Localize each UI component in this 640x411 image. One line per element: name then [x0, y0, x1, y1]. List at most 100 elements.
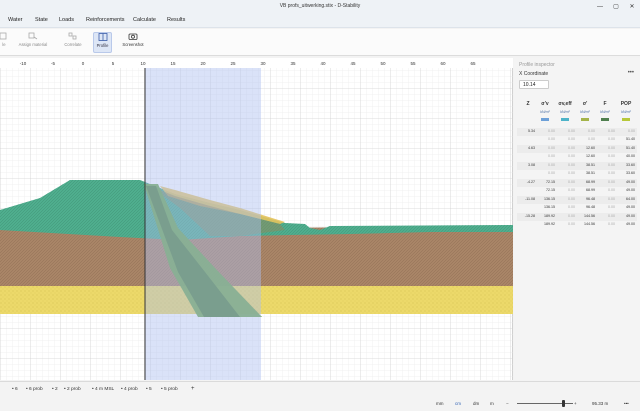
cell-v5: 49.00 [626, 221, 635, 226]
ribbon-toolbar: le Assign material Correlate Profile Scr… [0, 29, 640, 56]
cell-v3: 0.00 [588, 136, 595, 141]
cell-v4: 0.00 [608, 163, 615, 167]
unit-cm[interactable]: cm [455, 401, 461, 406]
stage-tab[interactable]: • 2 prob [64, 385, 81, 394]
cell-v4: 0.00 [608, 129, 615, 133]
cell-v1: 136.15 [544, 204, 555, 209]
window-title: VB profs_uitwerking.stix - D-Stability [279, 3, 361, 9]
selection-region[interactable] [145, 68, 261, 380]
table-row[interactable]: 136.15 0.00 96.48 0.00 49.00 [517, 204, 637, 212]
ruler-tick-label: 25 [230, 61, 236, 66]
tab-label: 2 prob [67, 387, 81, 392]
unit-dm[interactable]: dm [473, 401, 479, 406]
ruler-tick-label: -5 [51, 61, 55, 66]
title-bar: VB profs_uitwerking.stix - D-Stability —… [0, 0, 640, 13]
ruler-tick-label: 60 [440, 61, 446, 66]
menu-reinforcements[interactable]: Reinforcements [86, 17, 125, 23]
cell-v4: 0.00 [608, 214, 615, 218]
ribbon-partial-button[interactable]: le [0, 32, 8, 53]
cell-v3: 38.51 [586, 170, 595, 175]
unit-pop: kN/m² [621, 110, 631, 114]
cell-v5: 0.00 [628, 129, 635, 133]
col-z: Z [526, 101, 530, 107]
unit-m[interactable]: m [490, 401, 494, 406]
cell-v4: 0.00 [608, 221, 615, 226]
menu-state[interactable]: State [35, 17, 48, 23]
cell-v3: 68.99 [586, 180, 595, 184]
table-row[interactable]: 0.00 0.00 38.51 0.00 33.60 [517, 170, 637, 178]
cell-z: -11.08 [525, 197, 535, 201]
profile-button[interactable]: Profile [93, 32, 112, 53]
cell-v2: 0.00 [568, 187, 575, 192]
table-row[interactable]: -4.27 72.15 0.00 68.99 0.00 49.00 [517, 179, 637, 187]
col-sigma: σ' [582, 101, 588, 107]
cell-v3: 38.51 [586, 163, 595, 167]
zoom-out-button[interactable]: − [506, 401, 509, 406]
table-row[interactable]: 4.63 0.00 0.00 12.60 0.00 51.40 [517, 145, 637, 153]
cell-v1: 189.92 [544, 221, 555, 226]
table-row[interactable]: 0.00 0.00 0.00 0.00 51.40 [517, 136, 637, 144]
table-row[interactable]: 189.92 0.00 144.56 0.00 49.00 [517, 221, 637, 229]
ruler-tick-label: 30 [260, 61, 266, 66]
unit-sigma-v: kN/m² [540, 110, 550, 114]
bottom-menu-button[interactable]: ••• [624, 401, 629, 406]
ruler-tick-label: 35 [290, 61, 296, 66]
x-coordinate-input[interactable]: 10.14 [519, 80, 549, 89]
stage-tabs-bar: • 6 • 6 prob • 2 • 2 prob • 4 m MSL • 4 prob •… [0, 381, 640, 395]
x-coordinate-label: X Coordinate [519, 71, 549, 77]
tab-label: 6 prob [29, 387, 43, 392]
cell-z: -15.28 [524, 214, 535, 218]
table-row[interactable]: -11.08 136.15 0.00 96.48 0.00 64.00 [517, 196, 637, 204]
cell-v2: 0.00 [568, 163, 575, 167]
inspector-table-header: Z σ'v σv,eff σ' F POP kN/m² kN/m² kN/m² … [514, 98, 640, 124]
menu-water[interactable]: Water [8, 17, 22, 23]
cell-v3: 12.60 [586, 153, 595, 158]
col-sigma-v-eff: σv,eff [558, 101, 572, 107]
zoom-slider-thumb[interactable] [562, 400, 565, 407]
col-pop: POP [620, 101, 632, 107]
stage-tab[interactable]: • 4 prob [121, 385, 138, 394]
cell-v1: 0.00 [548, 153, 555, 158]
close-button[interactable]: ✕ [624, 0, 640, 13]
cell-v3: 144.56 [584, 214, 595, 218]
cell-v1: 0.00 [548, 136, 555, 141]
stage-tab[interactable]: • 4 m MSL [92, 385, 114, 394]
window-controls: — ▢ ✕ [592, 0, 640, 13]
cell-v1: 0.00 [548, 129, 555, 133]
profile-icon [98, 33, 107, 41]
table-row[interactable]: 5.34 0.00 0.00 0.00 0.00 0.00 [517, 128, 637, 136]
ruler-tick-label: -10 [20, 61, 27, 66]
menu-results[interactable]: Results [167, 17, 185, 23]
screenshot-button[interactable]: Screenshot [119, 32, 147, 53]
stage-tab[interactable]: • 5 [146, 385, 152, 394]
add-tab-button[interactable]: + [191, 385, 195, 394]
unit-mm[interactable]: mm [436, 401, 444, 406]
menu-loads[interactable]: Loads [59, 17, 74, 23]
stage-tab[interactable]: • 6 prob [26, 385, 43, 394]
stage-tab[interactable]: • 6 [12, 385, 18, 394]
zoom-in-button[interactable]: + [574, 401, 577, 406]
minimize-button[interactable]: — [592, 0, 608, 13]
correlate-button: Correlate [62, 32, 84, 53]
geometry-canvas[interactable]: -10 -5 0 5 10 15 20 25 30 35 40 45 50 55 60 65 [0, 58, 513, 380]
col-f: F [603, 101, 607, 107]
profile-drawing[interactable]: -10 -5 0 5 10 15 20 25 30 35 40 45 50 55 60 65 [0, 58, 513, 380]
menu-bar: Water State Loads Reinforcements Calcula… [0, 13, 640, 28]
unit-f: kN/m² [600, 110, 610, 114]
cell-v5: 49.00 [626, 187, 635, 192]
table-row[interactable]: 0.00 0.00 12.60 0.00 40.00 [517, 153, 637, 161]
stage-tab[interactable]: • 5 prob [161, 385, 178, 394]
cell-v1: 0.00 [548, 146, 555, 150]
table-row[interactable]: -15.28 189.92 0.00 144.56 0.00 49.00 [517, 213, 637, 221]
menu-calculate[interactable]: Calculate [133, 17, 156, 23]
table-row[interactable]: 72.15 0.00 68.99 0.00 49.00 [517, 187, 637, 195]
table-row[interactable]: 3.08 0.00 0.00 38.51 0.00 33.60 [517, 162, 637, 170]
ruler-tick-label: 20 [200, 61, 206, 66]
maximize-button[interactable]: ▢ [608, 0, 624, 13]
inspector-menu-button[interactable]: ••• [628, 70, 634, 76]
stage-tab[interactable]: • 2 [52, 385, 58, 394]
swatch-sigma-v [541, 118, 549, 121]
swatch-sigma [581, 118, 589, 121]
swatch-sigma-v-eff [561, 118, 569, 121]
tab-label: 2 [55, 387, 58, 392]
